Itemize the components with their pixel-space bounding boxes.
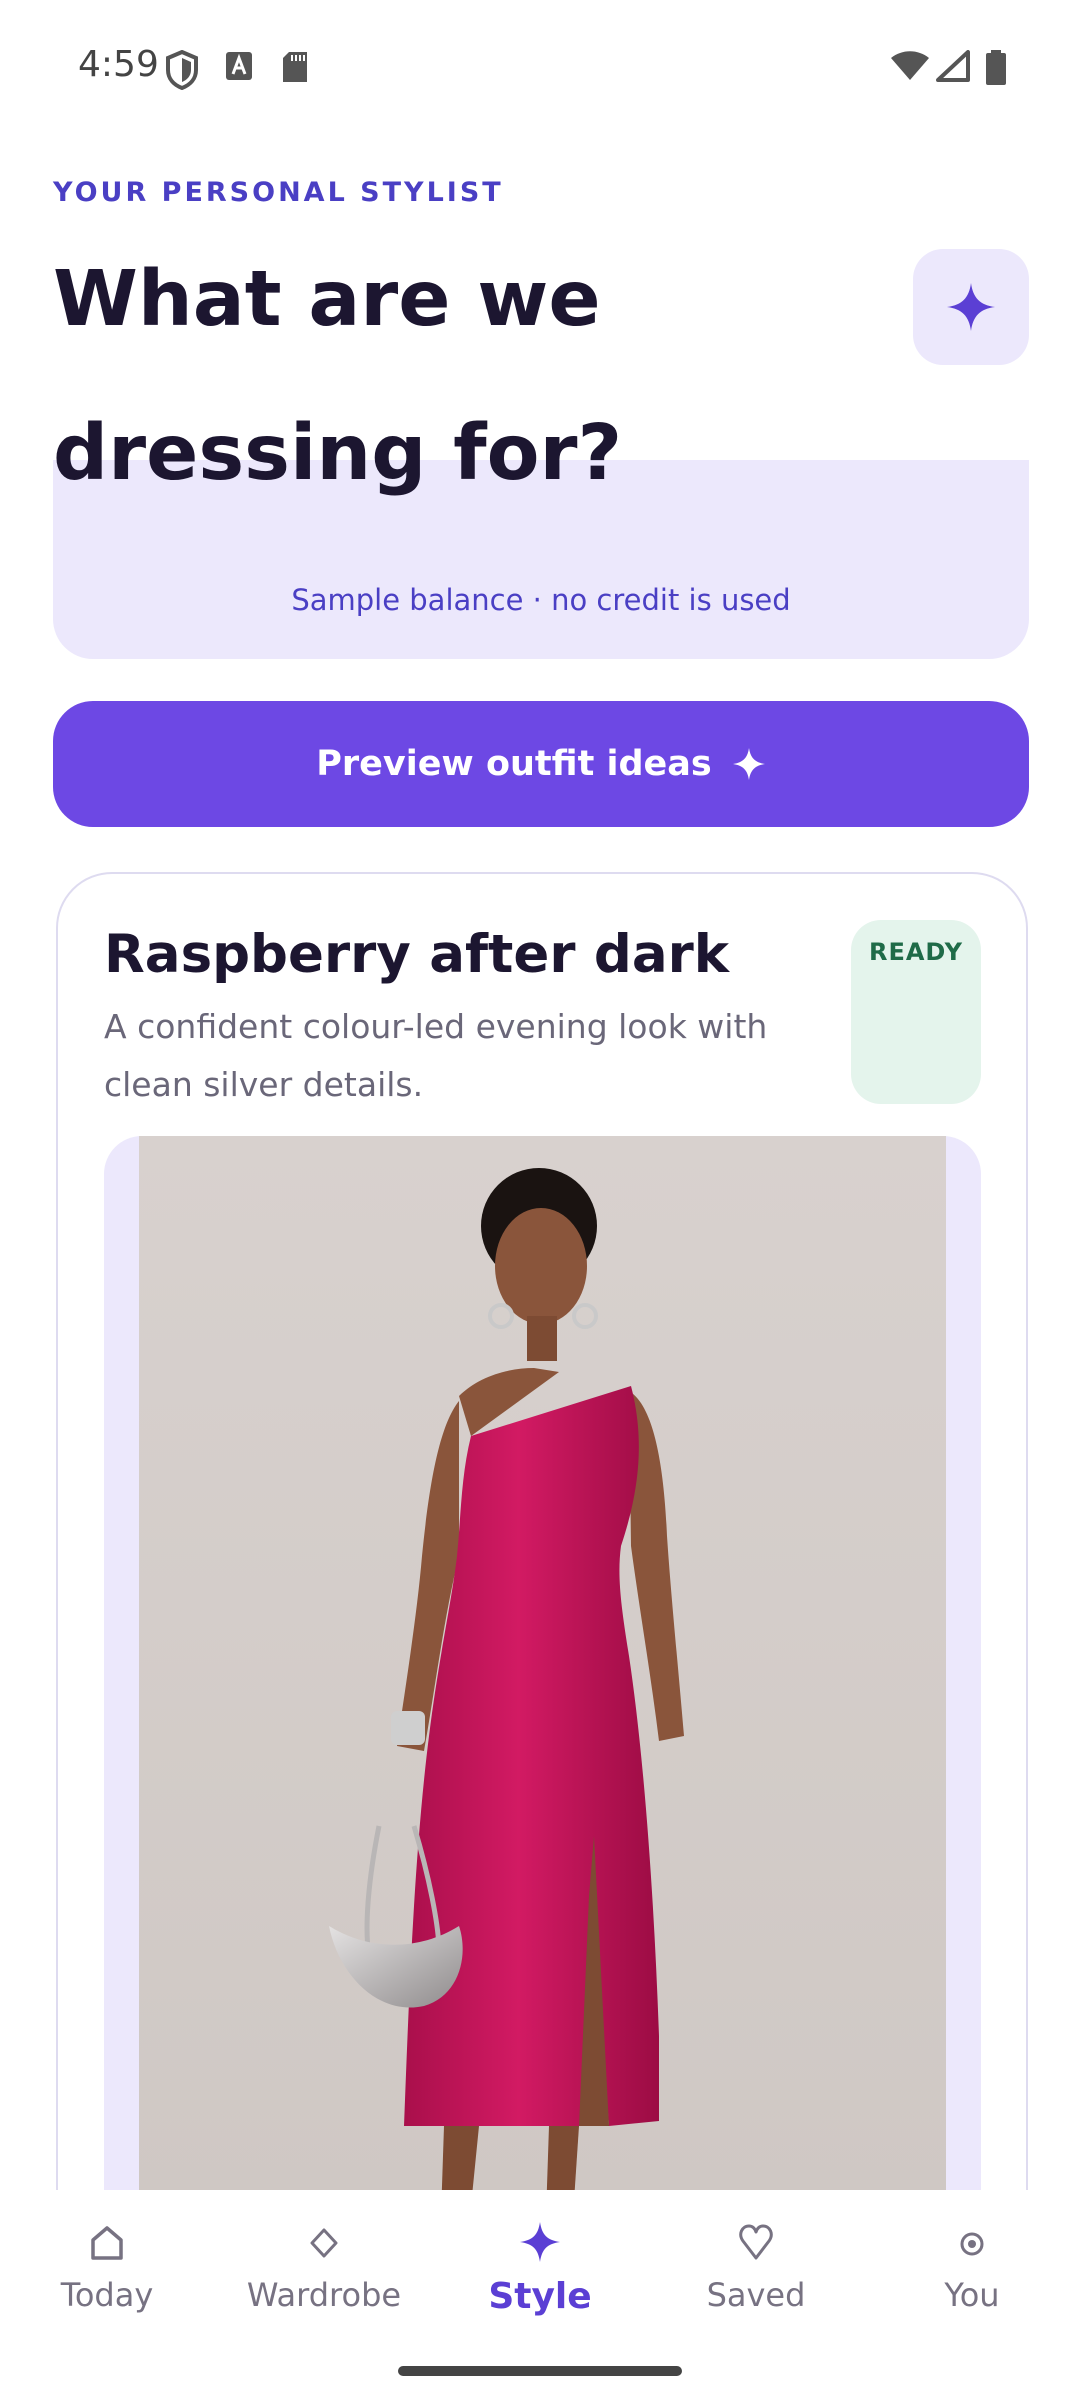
sparkle-icon: [947, 283, 995, 331]
nav-item-today[interactable]: Today: [0, 2218, 215, 2314]
status-time: 4:59: [78, 44, 159, 85]
battery-icon: [986, 50, 1006, 85]
page-title: What are we dressing for?: [53, 255, 623, 498]
wifi-icon: [891, 51, 929, 80]
nav-item-wardrobe[interactable]: Wardrobe: [216, 2218, 432, 2314]
shield-icon: [166, 50, 198, 90]
outfit-card[interactable]: Raspberry after dark A confident colour-…: [56, 872, 1028, 2190]
nav-label: Today: [60, 2276, 154, 2314]
home-icon: [91, 2226, 123, 2260]
outfit-title: Raspberry after dark: [104, 924, 730, 985]
screen: 4:59 Sample balance · no credit is used: [0, 0, 1080, 2400]
nav-label: Saved: [706, 2276, 806, 2314]
outfit-illustration: [139, 1136, 946, 2190]
home-indicator[interactable]: [398, 2366, 682, 2376]
page-eyebrow: YOUR PERSONAL STYLIST: [53, 177, 504, 208]
sd-card-icon: [283, 52, 307, 82]
preview-outfit-button[interactable]: Preview outfit ideas: [53, 701, 1029, 827]
outfit-description: A confident colour-led evening look with…: [104, 1007, 768, 1104]
a-icon: [226, 52, 252, 80]
nav-label: You: [944, 2276, 1000, 2314]
nav-label: Wardrobe: [246, 2276, 402, 2314]
sparkle-icon: [520, 2222, 560, 2262]
profile-icon: [960, 2232, 984, 2256]
heart-icon: [739, 2224, 773, 2260]
sparkle-icon: [732, 748, 765, 780]
status-bar: 4:59: [0, 0, 1080, 135]
stylist-sparkle-button[interactable]: [913, 249, 1029, 365]
status-badge-label: READY: [868, 938, 963, 966]
page-header: YOUR PERSONAL STYLIST What are we dressi…: [0, 135, 1080, 498]
nav-item-you[interactable]: You: [864, 2218, 1080, 2314]
nav-label: Style: [488, 2276, 592, 2317]
diamond-icon: [310, 2228, 338, 2258]
nav-item-saved[interactable]: Saved: [648, 2218, 864, 2314]
preview-button-label: Preview outfit ideas: [316, 744, 712, 784]
outfit-image-frame: [104, 1136, 981, 2190]
outfit-photo[interactable]: [139, 1136, 946, 2190]
nav-item-style[interactable]: Style: [432, 2218, 648, 2317]
signal-icon: [936, 50, 970, 82]
balance-note: Sample balance · no credit is used: [291, 583, 791, 617]
status-badge: READY: [851, 920, 981, 1104]
bottom-nav: Today Wardrobe Style Saved You: [0, 2190, 1080, 2400]
